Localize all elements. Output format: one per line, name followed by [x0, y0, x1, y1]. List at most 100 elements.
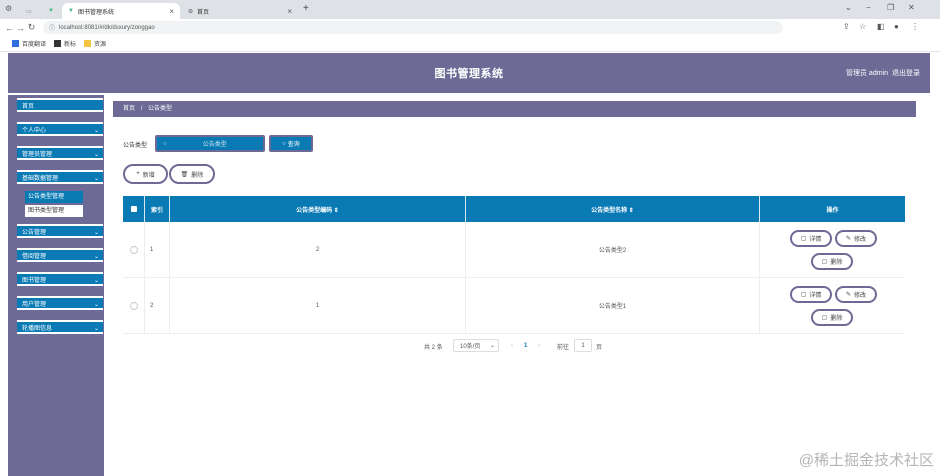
folder-icon [84, 40, 92, 47]
page-size-select[interactable]: 10条/页 ⌄ [453, 339, 499, 352]
bookmark-label: 百度翻译 [22, 42, 47, 48]
translate-icon [12, 40, 19, 47]
header-checkbox-cell [123, 196, 145, 222]
minimize-button[interactable]: − [866, 3, 871, 12]
back-arrow-icon[interactable]: ← [4, 23, 15, 33]
column-header-code[interactable]: 公告类型编码 ⇕ [170, 196, 466, 222]
sidebar-item-basic-data[interactable]: 基础数据管理 ⌄ [17, 170, 103, 184]
monitor-icon [54, 40, 62, 47]
table-cell-code: 2 [170, 222, 466, 278]
pagination-total: 共 2 条 [424, 344, 443, 351]
sidebar: 首页 个人中心 ⌄ 管理员管理 ⌄ 基础数据管理 ⌄ 公告类型管理 图书类型管理 公告… [8, 95, 104, 476]
tab-search-icon[interactable]: ⌄ [845, 3, 852, 12]
row-delete-label: 删除 [830, 260, 843, 266]
new-tab-button[interactable]: + [303, 3, 309, 14]
sidebar-item-borrow[interactable]: 借阅管理 ⌄ [17, 248, 103, 262]
add-button[interactable]: + 新增 [123, 164, 168, 184]
sidebar-item-label: 借阅管理 [22, 254, 47, 260]
detail-button[interactable]: ▢ 详情 [790, 230, 832, 247]
column-header-name[interactable]: 公告类型名称 ⇕ [466, 196, 760, 222]
close-icon[interactable]: × [169, 7, 174, 16]
page-icon: ▭ [26, 8, 32, 15]
edit-button[interactable]: ✎ 修改 [835, 230, 877, 247]
chevron-down-icon: ⌄ [93, 152, 99, 158]
prev-page-button[interactable]: ‹ [511, 340, 513, 352]
sidebar-item-users[interactable]: 用户管理 ⌄ [17, 296, 103, 310]
sidebar-item-home[interactable]: 首页 [17, 98, 103, 112]
row-delete-label: 删除 [830, 316, 843, 322]
table-cell-index: 2 [145, 278, 170, 334]
bookmark-item[interactable]: 百度翻译 [12, 39, 46, 48]
row-checkbox-cell [123, 278, 145, 334]
chrome-menu-icon[interactable]: ⚙ [5, 4, 12, 13]
trash-icon: ▢ [821, 315, 828, 321]
vue-icon: ▼ [68, 8, 74, 14]
delete-button[interactable]: 🗑 删除 [169, 164, 215, 184]
row-delete-button[interactable]: ▢ 删除 [811, 253, 853, 270]
tab-title: 图书管理系统 [77, 9, 114, 16]
bookmark-label: 新标 [64, 42, 77, 48]
bookmark-item[interactable]: 资源 [84, 39, 106, 48]
maximize-button[interactable]: ❐ [887, 3, 894, 12]
select-all-checkbox[interactable] [130, 206, 137, 212]
page-number-current[interactable]: 1 [524, 340, 527, 352]
profile-icon[interactable]: ● [894, 22, 899, 31]
sidebar-item-profile[interactable]: 个人中心 ⌄ [17, 122, 103, 136]
sidebar-subitem-notice-type[interactable]: 公告类型管理 [25, 191, 83, 203]
breadcrumb-current: 公告类型 [148, 106, 173, 112]
edit-label: 修改 [854, 237, 867, 243]
notice-type-input[interactable]: ○ 公告类型 [155, 135, 265, 152]
chevron-down-icon: ⌄ [489, 343, 495, 349]
goto-label: 前往 [557, 344, 570, 351]
sidebar-subitem-book-type[interactable]: 图书类型管理 [25, 205, 83, 217]
edit-label: 修改 [854, 293, 867, 299]
delete-button-label: 删除 [191, 172, 204, 179]
app-title: 图书管理系统 [434, 68, 504, 80]
chevron-down-icon: ⌄ [93, 128, 99, 134]
next-page-button[interactable]: › [538, 340, 540, 352]
goto-page-input[interactable]: 1 [574, 339, 592, 352]
browser-tab-vue[interactable]: ▼ [42, 3, 60, 19]
sidebar-item-books[interactable]: 图书管理 ⌄ [17, 272, 103, 286]
url-field[interactable]: ⓘ localhost:8081/#/dk/dsxury/zonggao [43, 21, 783, 34]
row-checkbox[interactable] [129, 245, 138, 254]
watermark: @稀土掘金技术社区 [798, 452, 934, 469]
sidepanel-icon[interactable]: ◧ [877, 22, 885, 31]
sidebar-item-label: 基础数据管理 [22, 176, 59, 182]
forward-arrow-icon[interactable]: → [15, 23, 26, 33]
url-text: localhost:8081/#/dk/dsxury/zonggao [59, 24, 155, 31]
sidebar-item-admin[interactable]: 管理员管理 ⌄ [17, 146, 103, 160]
browser-tab-active[interactable]: ▼ 图书管理系统 × [62, 3, 180, 19]
detail-button[interactable]: ▢ 详情 [790, 286, 832, 303]
vue-icon: ▼ [48, 8, 54, 14]
chevron-down-icon: ⌄ [93, 326, 99, 332]
edit-button[interactable]: ✎ 修改 [835, 286, 877, 303]
tab-title: 首页 [197, 9, 210, 16]
address-bar-row: ← → ↻ ⓘ localhost:8081/#/dk/dsxury/zongg… [0, 19, 940, 36]
search-label: 公告类型 [123, 143, 148, 149]
breadcrumb-home[interactable]: 首页 [123, 106, 135, 112]
info-icon: ⓘ [49, 26, 56, 32]
chevron-down-icon: ⌄ [93, 176, 99, 182]
breadcrumb: 首页 / 公告类型 [113, 101, 916, 117]
chevron-down-icon: ⌄ [93, 254, 99, 260]
share-icon[interactable]: ⇪ [843, 22, 850, 31]
logout-link[interactable]: 退出登录 [892, 68, 920, 78]
search-placeholder: 公告类型 [202, 142, 227, 148]
browser-tab-home[interactable]: ⊛ 首页 × [182, 3, 298, 19]
bookmark-item[interactable]: 新标 [54, 39, 76, 48]
star-icon[interactable]: ☆ [859, 22, 866, 31]
bookmarks-bar: 百度翻译 新标 资源 [0, 36, 940, 52]
sidebar-item-notice[interactable]: 公告管理 ⌄ [17, 224, 103, 238]
page-size-value: 10条/页 [460, 344, 481, 350]
goto-suffix: 页 [596, 344, 603, 351]
search-button[interactable]: ○ 查询 [269, 135, 313, 152]
reload-icon[interactable]: ↻ [26, 22, 37, 33]
close-icon[interactable]: × [287, 7, 292, 16]
sidebar-item-carousel[interactable]: 轮播图信息 ⌄ [17, 320, 103, 334]
close-window-button[interactable]: ✕ [908, 3, 915, 12]
row-checkbox[interactable] [129, 301, 138, 310]
row-delete-button[interactable]: ▢ 删除 [811, 309, 853, 326]
more-menu-icon[interactable]: ⋮ [911, 22, 919, 31]
browser-tab[interactable]: ▭ [20, 3, 40, 19]
